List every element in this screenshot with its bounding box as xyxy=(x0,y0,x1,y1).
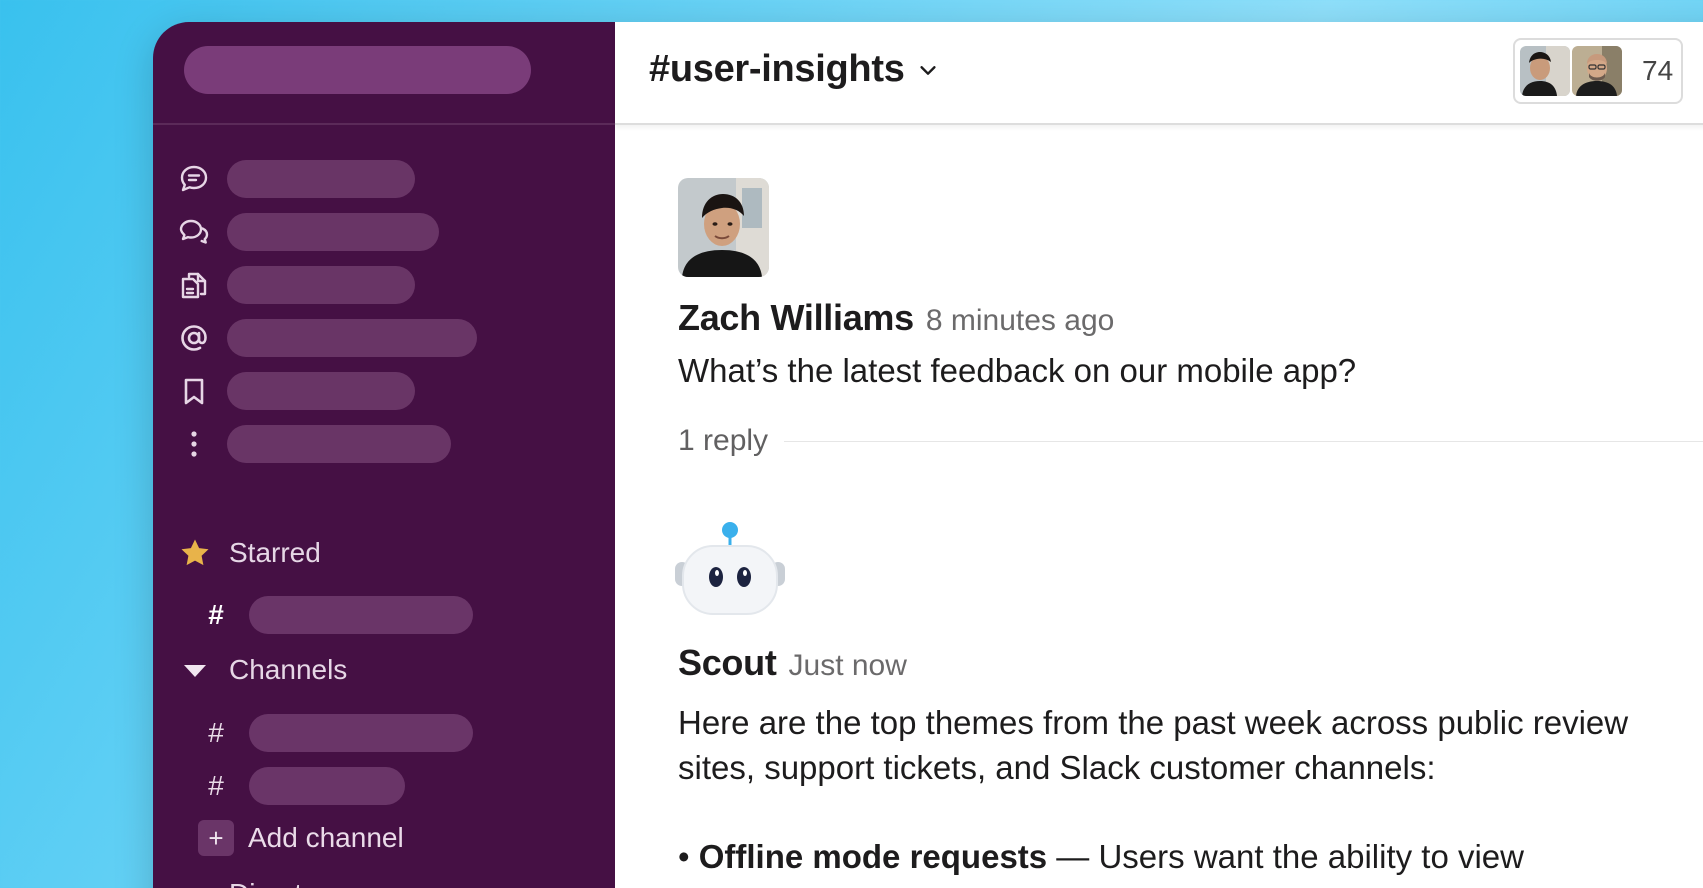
channel-hash-icon: # xyxy=(208,599,224,630)
nav-item-drafts[interactable] xyxy=(177,266,415,304)
huddles-icon xyxy=(177,215,211,249)
nav-label-placeholder xyxy=(227,372,415,410)
bookmark-icon xyxy=(177,374,211,408)
nav-label-placeholder xyxy=(227,319,477,357)
add-channel-button[interactable]: + Add channel xyxy=(198,820,404,856)
bullet-title: Offline mode requests xyxy=(698,838,1048,875)
caret-down-icon xyxy=(179,654,211,686)
message-meta: Zach Williams 8 minutes ago xyxy=(678,297,1114,339)
message-author[interactable]: Scout xyxy=(678,642,777,684)
message-timestamp[interactable]: 8 minutes ago xyxy=(926,304,1114,338)
member-avatar xyxy=(1520,46,1570,96)
channel-item[interactable]: # xyxy=(205,767,405,805)
app-window: Starred # Channels # # + Add channel #us… xyxy=(153,22,1703,888)
channel-hash-icon: # xyxy=(208,770,224,801)
section-direct-messages[interactable]: Direct messages xyxy=(179,878,438,888)
nav-item-saved[interactable] xyxy=(177,372,415,410)
starred-channel-item[interactable]: # xyxy=(205,596,473,634)
avatar[interactable] xyxy=(678,178,769,277)
workspace-switcher[interactable] xyxy=(184,46,531,94)
mentions-icon xyxy=(177,321,211,355)
threads-icon xyxy=(177,162,211,196)
channel-name: #user-insights xyxy=(649,48,905,90)
member-avatar xyxy=(1572,46,1622,96)
nav-item-more[interactable] xyxy=(177,425,451,463)
nav-label-placeholder xyxy=(227,425,451,463)
section-label-dms: Direct messages xyxy=(229,878,438,888)
channel-name-placeholder xyxy=(249,596,473,634)
add-channel-label: Add channel xyxy=(248,822,404,853)
more-vertical-icon xyxy=(177,427,211,461)
message-text: What’s the latest feedback on our mobile… xyxy=(678,352,1357,389)
sidebar: Starred # Channels # # + Add channel xyxy=(153,22,615,888)
star-icon xyxy=(179,537,211,569)
channel-item[interactable]: # xyxy=(205,714,473,752)
section-label-starred: Starred xyxy=(229,537,321,568)
caret-down-icon xyxy=(179,878,211,888)
channel-name-placeholder xyxy=(249,714,473,752)
reply-count[interactable]: 1 reply xyxy=(678,424,768,458)
message-author[interactable]: Zach Williams xyxy=(678,297,914,339)
message-timestamp[interactable]: Just now xyxy=(789,649,907,683)
section-channels[interactable]: Channels xyxy=(179,654,347,686)
drafts-icon xyxy=(177,268,211,302)
nav-item-huddles[interactable] xyxy=(177,213,439,251)
section-starred[interactable]: Starred xyxy=(179,537,321,569)
message-text: Here are the top themes from the past we… xyxy=(678,704,1629,786)
channel-hash-icon: # xyxy=(208,717,224,748)
channel-view: #user-insights 74 Zach Williams 8 minute… xyxy=(615,22,1703,888)
nav-label-placeholder xyxy=(227,266,415,304)
bot-avatar[interactable] xyxy=(671,520,789,620)
channel-header: #user-insights 74 xyxy=(615,22,1703,125)
nav-item-mentions[interactable] xyxy=(177,319,477,357)
message-bullet: • Offline mode requests — Users want the… xyxy=(678,834,1638,888)
chevron-down-icon xyxy=(919,65,936,75)
nav-item-threads[interactable] xyxy=(177,160,415,198)
nav-label-placeholder xyxy=(227,213,439,251)
workspace-header xyxy=(153,22,615,125)
member-count: 74 xyxy=(1642,55,1674,86)
section-label-channels: Channels xyxy=(229,654,348,685)
members-button[interactable]: 74 xyxy=(1513,38,1683,104)
message-meta: Scout Just now xyxy=(678,642,907,684)
plus-icon: + xyxy=(198,820,234,856)
divider xyxy=(784,440,1703,442)
nav-label-placeholder xyxy=(227,160,415,198)
channel-name-button[interactable]: #user-insights xyxy=(649,48,939,91)
channel-name-placeholder xyxy=(249,767,405,805)
thread-replies[interactable]: 1 reply xyxy=(678,424,1703,458)
